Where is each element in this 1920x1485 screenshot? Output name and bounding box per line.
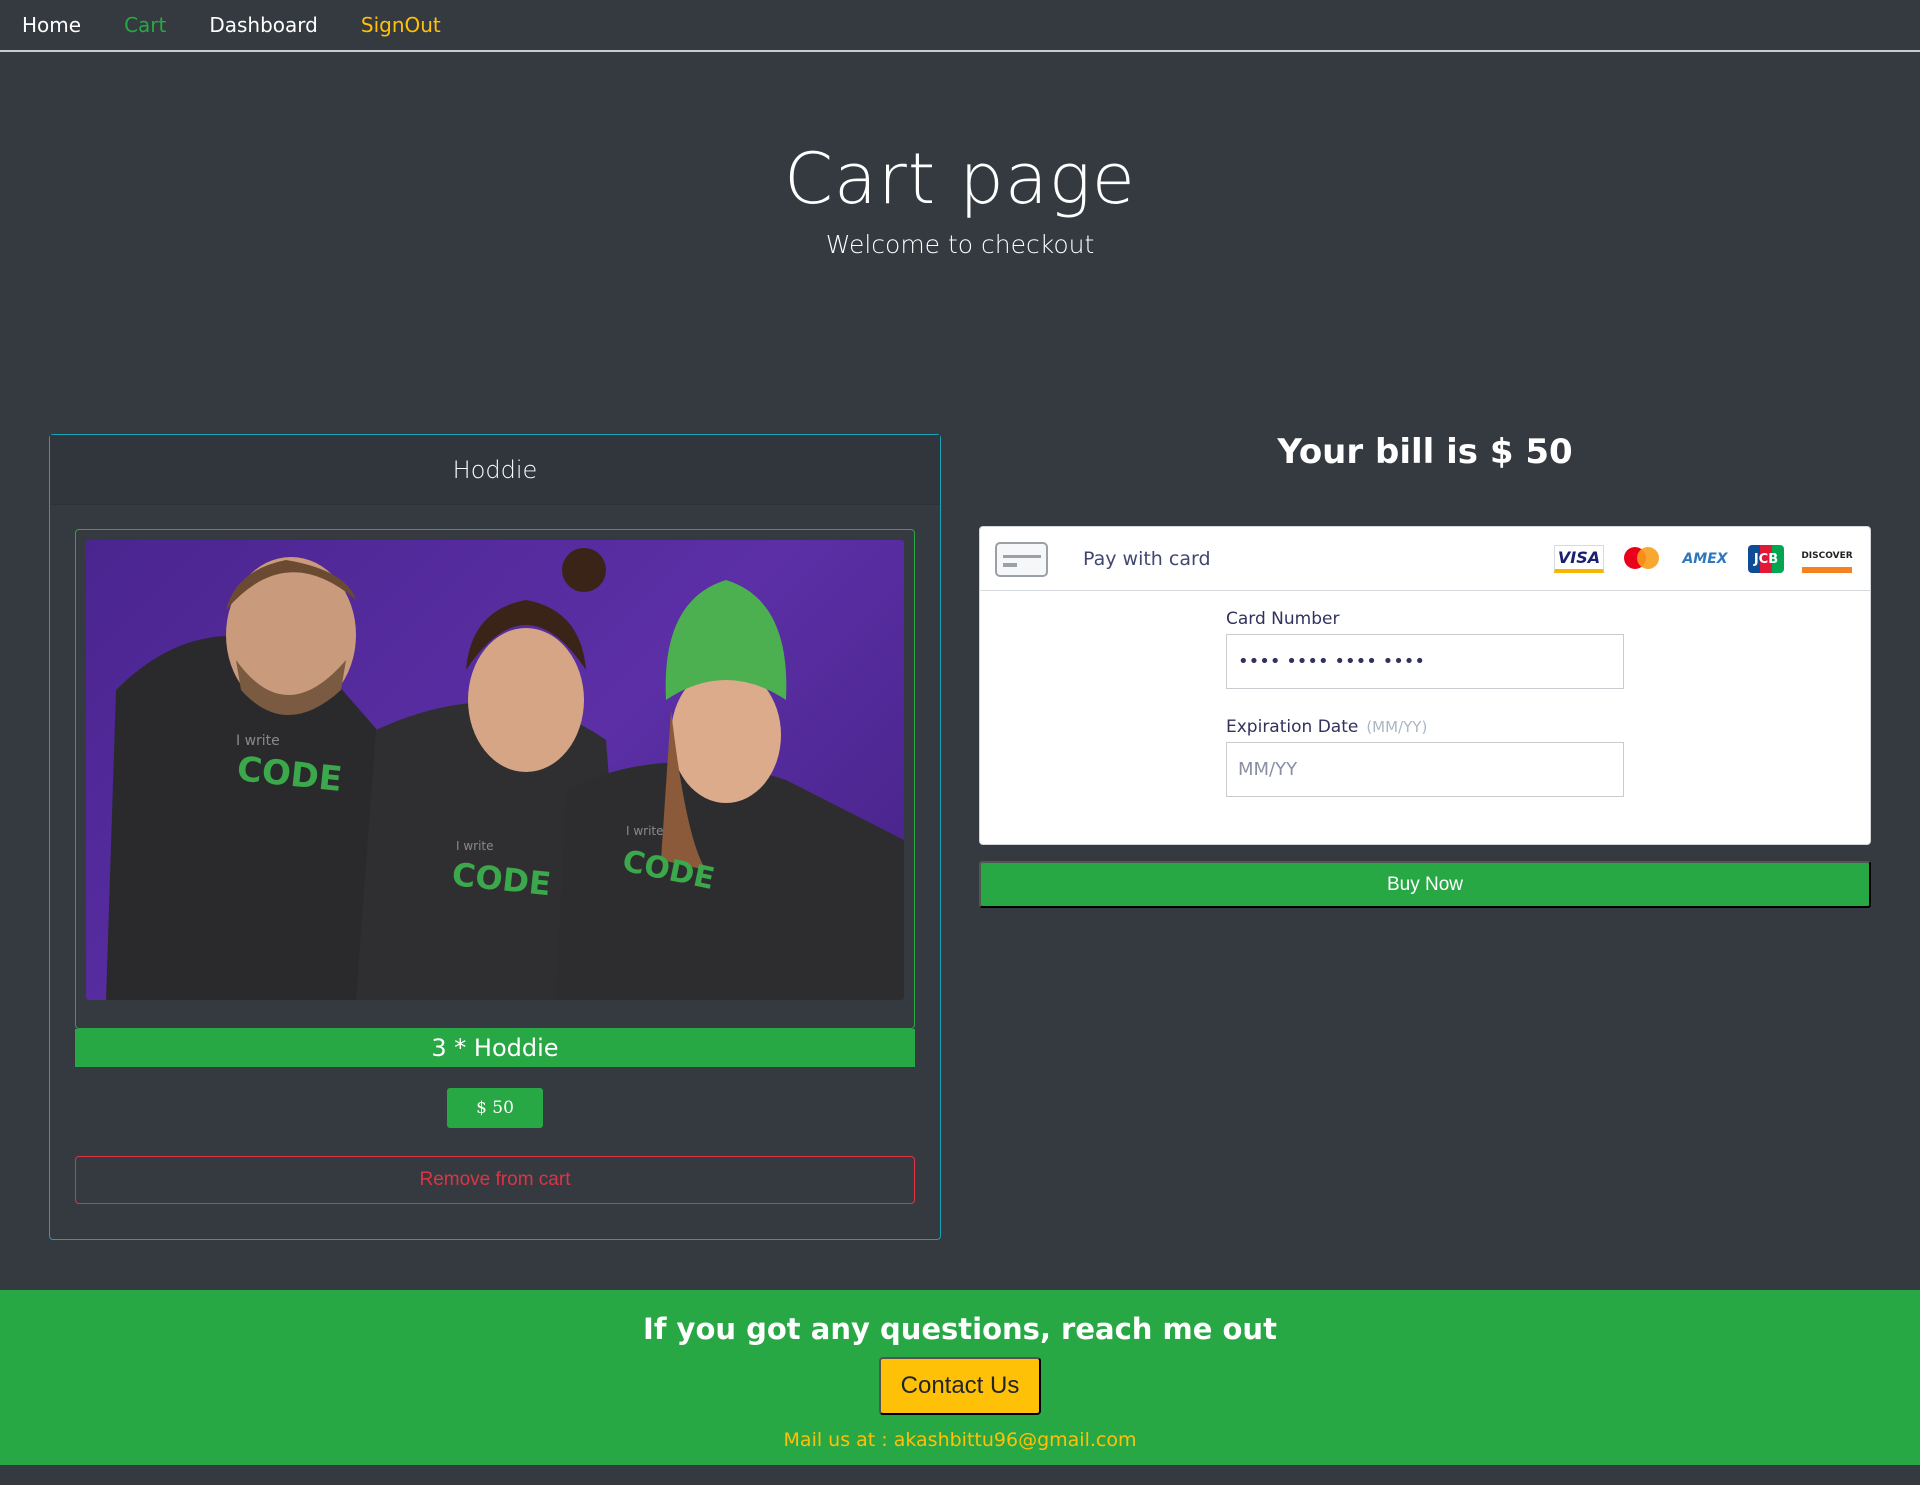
bill-total: Your bill is $ 50 xyxy=(1277,432,1573,472)
svg-text:I write: I write xyxy=(236,733,280,749)
nav-signout-link[interactable]: SignOut xyxy=(361,0,441,51)
product-photo: I write CODE I write CODE I write CODE xyxy=(86,540,904,1000)
discover-icon: DISCOVER xyxy=(1801,545,1853,573)
card-number-field[interactable]: •••• •••• •••• •••• xyxy=(1226,634,1624,689)
nav-home-link[interactable]: Home xyxy=(22,0,81,51)
nav-dashboard-link[interactable]: Dashboard xyxy=(209,0,318,51)
expiration-hint: (MM/YY) xyxy=(1366,718,1428,736)
quantity-label: 3 * Hoddie xyxy=(75,1029,915,1067)
card-brand-icons: VISA AMEX JCB DISCOVER xyxy=(1536,545,1853,573)
card-number-label: Card Number xyxy=(1226,609,1340,629)
navbar: Home Cart Dashboard SignOut xyxy=(0,0,1920,52)
expiration-label-text: Expiration Date xyxy=(1226,717,1359,737)
product-card: Hoddie I write CODE I write CODE I write… xyxy=(49,434,941,1240)
payment-panel: Pay with card VISA AMEX JCB DISCOVER Car… xyxy=(979,526,1871,845)
payment-header: Pay with card VISA AMEX JCB DISCOVER xyxy=(980,527,1870,591)
svg-text:I write: I write xyxy=(626,824,664,838)
price-badge[interactable]: $ 50 xyxy=(447,1088,543,1128)
page-title: Cart page xyxy=(784,138,1136,220)
product-title: Hoddie xyxy=(50,435,940,505)
buy-now-button[interactable]: Buy Now xyxy=(979,861,1871,908)
remove-from-cart-button[interactable]: Remove from cart xyxy=(75,1156,915,1204)
nav-cart-link[interactable]: Cart xyxy=(124,0,166,51)
page-subtitle: Welcome to checkout xyxy=(825,230,1095,259)
hoodie-models-illustration: I write CODE I write CODE I write CODE xyxy=(106,548,904,1000)
product-image-frame: I write CODE I write CODE I write CODE xyxy=(75,529,915,1029)
mastercard-icon xyxy=(1622,545,1662,573)
jcb-icon: JCB xyxy=(1748,545,1784,573)
expiration-date-field[interactable]: MM/YY xyxy=(1226,742,1624,797)
pay-with-card-label: Pay with card xyxy=(1083,548,1211,570)
mail-contact-link[interactable]: Mail us at : akashbittu96@gmail.com xyxy=(0,1429,1920,1451)
svg-text:I write: I write xyxy=(456,839,494,853)
visa-icon: VISA xyxy=(1554,545,1604,573)
amex-icon: AMEX xyxy=(1682,551,1728,567)
contact-us-button[interactable]: Contact Us xyxy=(879,1357,1041,1415)
footer: If you got any questions, reach me out C… xyxy=(0,1290,1920,1465)
credit-card-icon xyxy=(995,542,1048,577)
footer-title: If you got any questions, reach me out xyxy=(643,1312,1277,1346)
expiration-label: Expiration Date (MM/YY) xyxy=(1226,717,1427,737)
